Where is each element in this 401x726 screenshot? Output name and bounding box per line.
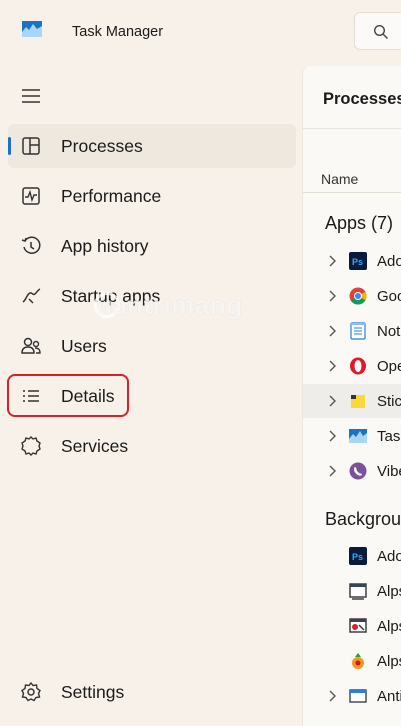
alps-pointer-icon [352, 653, 364, 669]
app-history-icon [21, 236, 41, 254]
nav-item-processes[interactable]: Processes [8, 124, 296, 168]
nav-label: Services [61, 436, 129, 456]
process-name: Anti [377, 688, 401, 705]
chevron-right-icon[interactable] [327, 325, 337, 337]
chevron-right-icon[interactable] [327, 395, 337, 407]
divider [303, 192, 401, 193]
nav-item-startup-apps[interactable]: Startup apps [8, 274, 296, 318]
chevron-right-icon[interactable] [327, 690, 337, 702]
opera-icon [350, 357, 366, 375]
process-row[interactable]: Vibe [303, 454, 401, 488]
title-bar: Task Manager [0, 0, 401, 62]
page-title: Processes [323, 90, 401, 108]
users-icon [21, 337, 41, 354]
task-manager-icon [349, 429, 367, 443]
hamburger-menu-icon[interactable] [20, 86, 42, 106]
chevron-right-icon[interactable] [327, 255, 337, 267]
nav-item-settings[interactable]: Settings [8, 670, 296, 714]
process-row[interactable]: Stic [303, 384, 401, 418]
process-name: Alps [377, 618, 401, 635]
chrome-icon [349, 287, 367, 305]
process-name: Goo [377, 288, 401, 305]
process-name: Ado [377, 253, 401, 270]
processes-icon [22, 137, 40, 155]
nav-label: Users [61, 336, 107, 356]
nav-item-performance[interactable]: Performance [8, 174, 296, 218]
nav-label: Processes [61, 136, 143, 156]
task-manager-icon [22, 21, 42, 37]
process-row[interactable]: Ps Ado [303, 539, 401, 573]
chevron-right-icon[interactable] [327, 465, 337, 477]
active-indicator [8, 137, 11, 155]
photoshop-icon: Ps [349, 252, 367, 270]
process-row[interactable]: Alps [303, 609, 401, 643]
process-row[interactable]: Alps [303, 574, 401, 608]
group-title-background: Backgrou [325, 509, 401, 529]
process-name: Alps [377, 653, 401, 670]
alps-window-icon [349, 583, 367, 600]
antimalware-icon [349, 689, 367, 703]
divider [303, 128, 401, 129]
process-name: Stic [377, 393, 401, 410]
process-name: Ado [377, 548, 401, 565]
details-icon [23, 390, 39, 402]
nav-label: App history [61, 236, 149, 256]
process-name: Task [377, 428, 401, 445]
chevron-right-icon[interactable] [327, 290, 337, 302]
performance-icon [22, 187, 40, 205]
viber-icon [349, 462, 367, 480]
nav-label: Startup apps [61, 286, 161, 306]
chevron-right-icon[interactable] [327, 360, 337, 372]
processes-panel: Processes Name Apps (7) Ps Ado Goo Not O… [302, 66, 401, 726]
process-name: Alps [377, 583, 401, 600]
svg-text:Ps: Ps [352, 257, 363, 267]
services-icon [21, 436, 41, 456]
nav-item-services[interactable]: Services [8, 424, 296, 468]
svg-text:Ps: Ps [352, 552, 363, 562]
nav-item-users[interactable]: Users [8, 324, 296, 368]
window-title: Task Manager [72, 24, 164, 40]
nav-label: Details [61, 386, 115, 406]
nav-label: Settings [61, 682, 125, 702]
process-name: Not [377, 323, 401, 340]
group-title-apps: Apps (7) [325, 213, 394, 233]
search-icon [373, 24, 388, 39]
process-row[interactable]: Alps [303, 644, 401, 678]
process-row[interactable]: Task [303, 419, 401, 453]
nav-item-details[interactable]: Details [8, 374, 296, 418]
alps-tool-icon [349, 618, 367, 633]
process-row[interactable]: Not [303, 314, 401, 348]
search-box[interactable] [354, 12, 401, 50]
process-name: Vibe [377, 463, 401, 480]
nav-label: Performance [61, 186, 162, 206]
process-row[interactable]: Ps Ado [303, 244, 401, 278]
chevron-right-icon[interactable] [327, 430, 337, 442]
gear-icon [21, 681, 41, 702]
process-name: Ope [377, 358, 401, 375]
notepad-icon [350, 322, 366, 340]
nav-item-app-history[interactable]: App history [8, 224, 296, 268]
process-row[interactable]: Ope [303, 349, 401, 383]
sticky-notes-icon [351, 395, 365, 408]
process-row[interactable]: Goo [303, 279, 401, 313]
startup-apps-icon [22, 288, 41, 304]
process-row[interactable]: Anti [303, 679, 401, 713]
photoshop-icon: Ps [349, 547, 367, 565]
column-header-name[interactable]: Name [321, 171, 358, 187]
